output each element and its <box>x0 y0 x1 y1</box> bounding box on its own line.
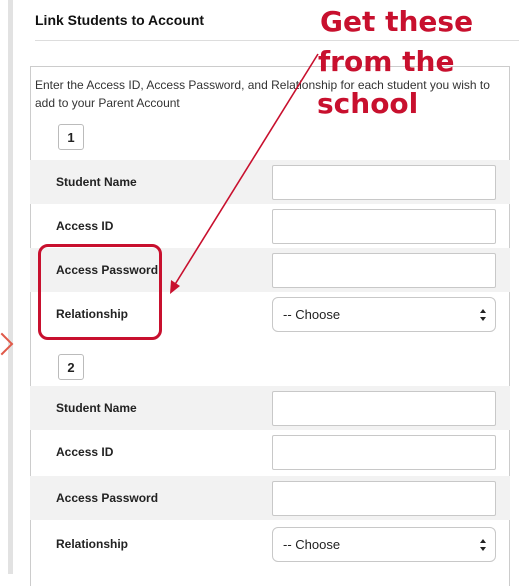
relationship-select[interactable]: -- Choose <box>272 297 496 332</box>
form-row-access-id: Access ID <box>30 204 510 248</box>
relationship-label: Relationship <box>56 537 129 551</box>
relationship-select-value: -- Choose <box>283 537 341 552</box>
student-number-badge: 2 <box>58 354 84 380</box>
form-row-access-password: Access Password <box>30 476 510 520</box>
student-name-input[interactable] <box>272 391 496 426</box>
section-title: Link Students to Account <box>35 12 205 28</box>
annotation-line-3: school <box>317 87 419 120</box>
title-divider <box>35 40 519 41</box>
student-name-label: Student Name <box>56 175 137 189</box>
highlight-box <box>38 244 162 340</box>
annotation-line-1: Get these <box>320 5 474 38</box>
left-border-rule <box>8 0 13 574</box>
form-row-access-id: Access ID <box>30 430 510 474</box>
instructions-text: Enter the Access ID, Access Password, an… <box>35 78 490 110</box>
student-name-input[interactable] <box>272 165 496 200</box>
student-name-label: Student Name <box>56 401 137 415</box>
access-id-input[interactable] <box>272 435 496 470</box>
annotation-line-2: from the <box>318 45 455 78</box>
student-number-badge: 1 <box>58 124 84 150</box>
access-password-input[interactable] <box>272 253 496 288</box>
access-password-label: Access Password <box>56 491 159 505</box>
form-row-student-name: Student Name <box>30 386 510 430</box>
access-id-label: Access ID <box>56 445 114 459</box>
relationship-select-value: -- Choose <box>283 307 341 322</box>
access-password-input[interactable] <box>272 481 496 516</box>
form-row-student-name: Student Name <box>30 160 510 204</box>
updown-chevron-icon <box>480 539 486 551</box>
access-id-input[interactable] <box>272 209 496 244</box>
updown-chevron-icon <box>480 309 486 321</box>
relationship-select[interactable]: -- Choose <box>272 527 496 562</box>
form-row-relationship: Relationship -- Choose <box>30 522 510 566</box>
access-id-label: Access ID <box>56 219 114 233</box>
